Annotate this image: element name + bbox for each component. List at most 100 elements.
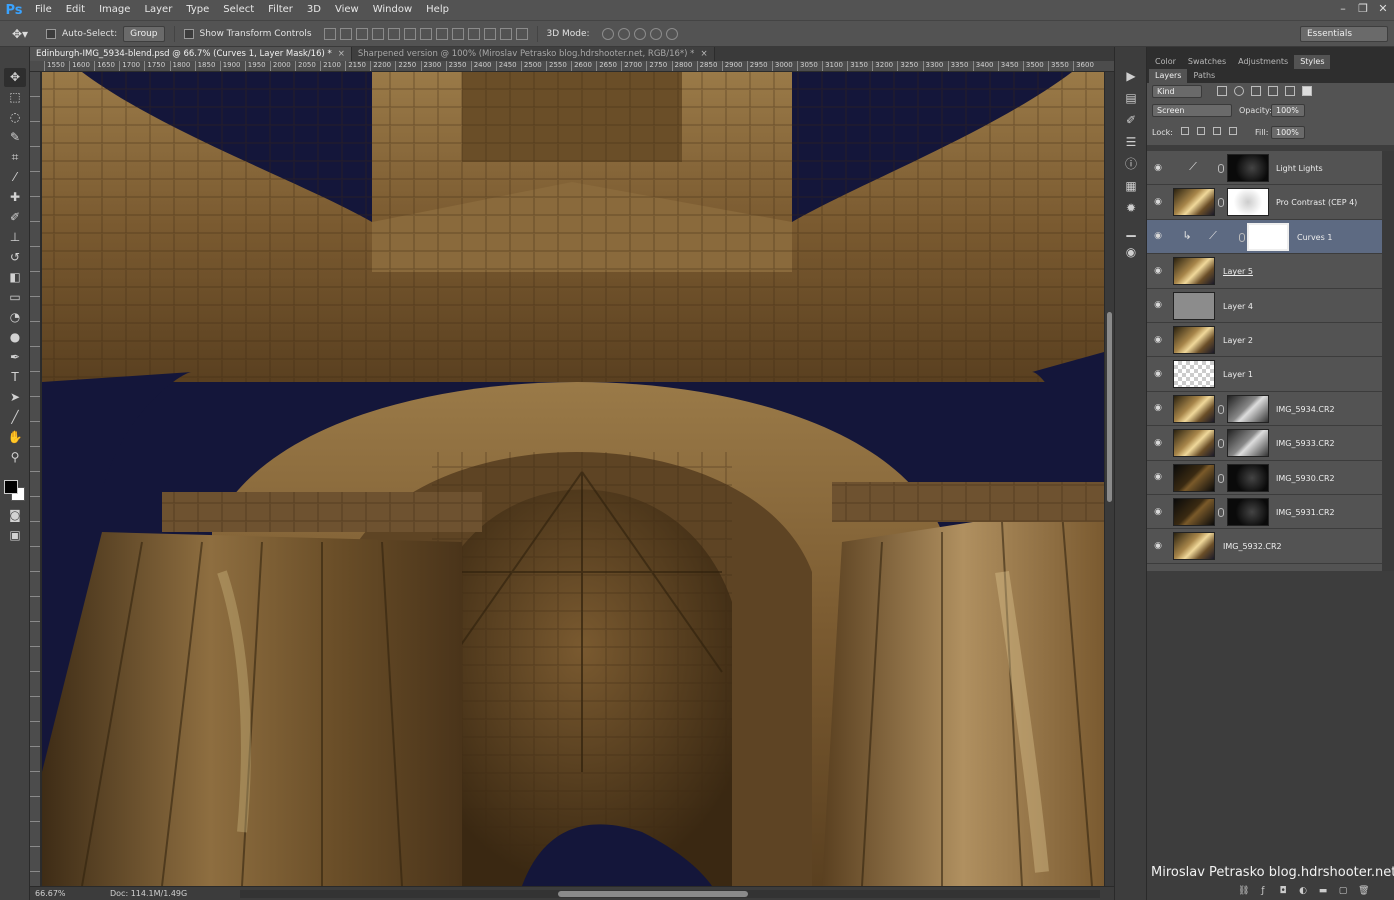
align-bottom-icon[interactable]: [355, 27, 368, 40]
horizontal-ruler[interactable]: 1550 1600 1650 1700 1750 1800 1850 1900 1950 2000…: [30, 61, 1114, 72]
menu-edit[interactable]: Edit: [59, 0, 92, 20]
distribute-right-icon[interactable]: [499, 27, 512, 40]
visibility-eye-icon[interactable]: ◉: [1147, 438, 1169, 448]
tab-sharpened-version[interactable]: Sharpened version @ 100% (Miroslav Petra…: [351, 47, 715, 61]
lasso-tool-icon[interactable]: ◌: [4, 108, 26, 127]
plugin-icon[interactable]: ◉: [1121, 243, 1141, 261]
layer-row[interactable]: ◉ ⟋ ↳ Curves 1: [1147, 219, 1382, 255]
layer-thumbnail[interactable]: [1173, 394, 1215, 423]
document-canvas[interactable]: [42, 72, 1104, 886]
3d-scale-icon[interactable]: [665, 27, 678, 40]
visibility-eye-icon[interactable]: ◉: [1147, 335, 1169, 345]
properties-icon[interactable]: ▦: [1121, 177, 1141, 195]
layer-thumbnail[interactable]: [1173, 360, 1215, 389]
menu-filter[interactable]: Filter: [261, 0, 300, 20]
clone-stamp-tool-icon[interactable]: ⊥: [4, 228, 26, 247]
3d-slide-icon[interactable]: [649, 27, 662, 40]
workspace-dropdown[interactable]: Essentials: [1300, 26, 1388, 42]
layers-scrollbar[interactable]: [1382, 151, 1394, 571]
distribute-bottom-icon[interactable]: [451, 27, 464, 40]
3d-roll-icon[interactable]: [617, 27, 630, 40]
settings-icon[interactable]: ✹: [1121, 199, 1141, 217]
visibility-eye-icon[interactable]: ◉: [1147, 507, 1169, 517]
auto-select-dropdown[interactable]: Group: [123, 25, 165, 42]
visibility-eye-icon[interactable]: ◉: [1147, 541, 1169, 551]
horizontal-scroll-thumb[interactable]: [558, 891, 748, 897]
layer-row[interactable]: ◉ IMG_5933.CR2: [1147, 426, 1382, 461]
filter-shape-icon[interactable]: [1268, 86, 1278, 96]
eyedropper-tool-icon[interactable]: ⁄: [4, 168, 26, 187]
layer-mask-thumbnail[interactable]: [1227, 463, 1269, 492]
layer-mask-thumbnail[interactable]: [1227, 429, 1269, 458]
link-layers-icon[interactable]: ⛓: [1238, 886, 1249, 896]
adjustments-icon[interactable]: ☰: [1121, 133, 1141, 151]
layer-thumbnail[interactable]: [1173, 188, 1215, 217]
zoom-level-field[interactable]: 66.67%: [30, 889, 70, 898]
visibility-eye-icon[interactable]: ◉: [1147, 403, 1169, 413]
screen-mode-icon[interactable]: ▣: [4, 526, 26, 545]
path-select-tool-icon[interactable]: ➤: [4, 388, 26, 407]
type-tool-icon[interactable]: T: [4, 368, 26, 387]
vertical-scrollbar[interactable]: [1104, 72, 1114, 886]
close-icon[interactable]: ×: [700, 49, 707, 59]
mask-link-icon[interactable]: [1218, 473, 1224, 483]
menu-select[interactable]: Select: [216, 0, 261, 20]
layer-thumbnail[interactable]: [1173, 325, 1215, 354]
visibility-eye-icon[interactable]: ◉: [1147, 231, 1169, 241]
visibility-eye-icon[interactable]: ◉: [1147, 197, 1169, 207]
align-top-icon[interactable]: [323, 27, 336, 40]
blend-mode-dropdown[interactable]: Screen: [1152, 104, 1232, 117]
vertical-scroll-thumb[interactable]: [1107, 312, 1112, 502]
lock-all-icon[interactable]: [1229, 127, 1237, 135]
mask-link-icon[interactable]: [1218, 198, 1224, 208]
mask-link-icon[interactable]: [1218, 507, 1224, 517]
new-group-icon[interactable]: ▬: [1318, 886, 1328, 896]
histogram-icon[interactable]: ▁: [1121, 221, 1141, 239]
close-icon[interactable]: ×: [338, 49, 345, 59]
visibility-eye-icon[interactable]: ◉: [1147, 266, 1169, 276]
menu-view[interactable]: View: [328, 0, 366, 20]
pen-tool-icon[interactable]: ✒: [4, 348, 26, 367]
visibility-eye-icon[interactable]: ◉: [1147, 472, 1169, 482]
foreground-color-swatch[interactable]: [4, 480, 18, 494]
layer-row[interactable]: ◉ ⟋ Light Lights: [1147, 151, 1382, 186]
filter-smart-object-icon[interactable]: [1285, 86, 1295, 96]
layer-row[interactable]: ◉ IMG_5930.CR2: [1147, 461, 1382, 495]
distribute-hcenter-icon[interactable]: [483, 27, 496, 40]
visibility-eye-icon[interactable]: ◉: [1147, 163, 1169, 173]
layer-mask-thumbnail[interactable]: [1227, 154, 1269, 182]
layer-mask-thumbnail[interactable]: [1227, 394, 1269, 423]
crop-tool-icon[interactable]: ⌗: [4, 148, 26, 167]
lock-transparent-icon[interactable]: [1181, 127, 1189, 135]
layer-thumbnail[interactable]: [1173, 291, 1215, 320]
layer-thumbnail[interactable]: [1173, 497, 1215, 526]
info-icon[interactable]: ⓘ: [1121, 155, 1141, 173]
opacity-field[interactable]: 100%: [1271, 104, 1305, 117]
menu-file[interactable]: File: [28, 0, 59, 20]
marquee-tool-icon[interactable]: ⬚: [4, 88, 26, 107]
layer-thumbnail[interactable]: [1173, 429, 1215, 458]
fx-icon[interactable]: ƒ: [1258, 886, 1268, 896]
tab-edinburgh-blend[interactable]: Edinburgh-IMG_5934-blend.psd @ 66.7% (Cu…: [30, 47, 352, 61]
fill-field[interactable]: 100%: [1271, 126, 1305, 139]
menu-help[interactable]: Help: [419, 0, 456, 20]
gradient-tool-icon[interactable]: ▭: [4, 288, 26, 307]
filter-pixel-icon[interactable]: [1217, 86, 1227, 96]
layer-row[interactable]: ◉ Layer 1: [1147, 357, 1382, 392]
align-hcenter-icon[interactable]: [387, 27, 400, 40]
layer-mask-thumbnail[interactable]: [1227, 188, 1269, 217]
healing-brush-tool-icon[interactable]: ✚: [4, 188, 26, 207]
brush-tool-icon[interactable]: ✐: [4, 208, 26, 227]
tab-layers[interactable]: Layers: [1149, 69, 1188, 83]
tab-paths[interactable]: Paths: [1187, 69, 1221, 83]
zoom-tool-icon[interactable]: ⚲: [4, 448, 26, 467]
menu-type[interactable]: Type: [179, 0, 216, 20]
layer-row[interactable]: ◉ IMG_5932.CR2: [1147, 529, 1382, 564]
filter-type-icon[interactable]: [1251, 86, 1261, 96]
tab-swatches[interactable]: Swatches: [1182, 55, 1232, 69]
lock-pixels-icon[interactable]: [1197, 127, 1205, 135]
layer-row[interactable]: ◉ Layer 4: [1147, 289, 1382, 323]
mask-link-icon[interactable]: [1218, 164, 1224, 173]
history-icon[interactable]: ▤: [1121, 89, 1141, 107]
layer-row[interactable]: ◉ Layer 2: [1147, 323, 1382, 358]
